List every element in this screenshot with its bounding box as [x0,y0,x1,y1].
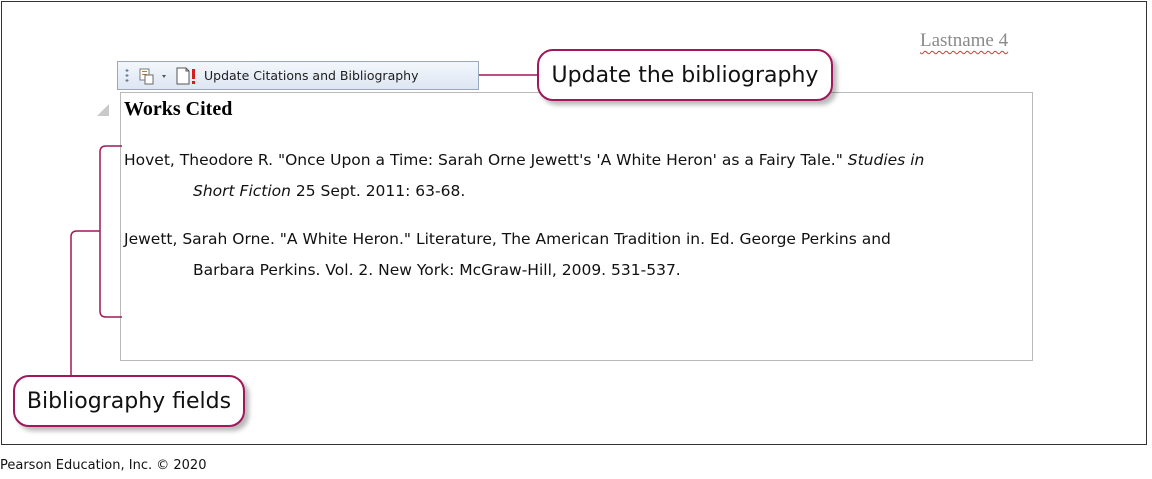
bibliography-fields-callout: Bibliography fields [13,375,245,427]
update-bibliography-callout: Update the bibliography [537,49,833,101]
copyright-notice: Pearson Education, Inc. © 2020 [0,458,207,473]
